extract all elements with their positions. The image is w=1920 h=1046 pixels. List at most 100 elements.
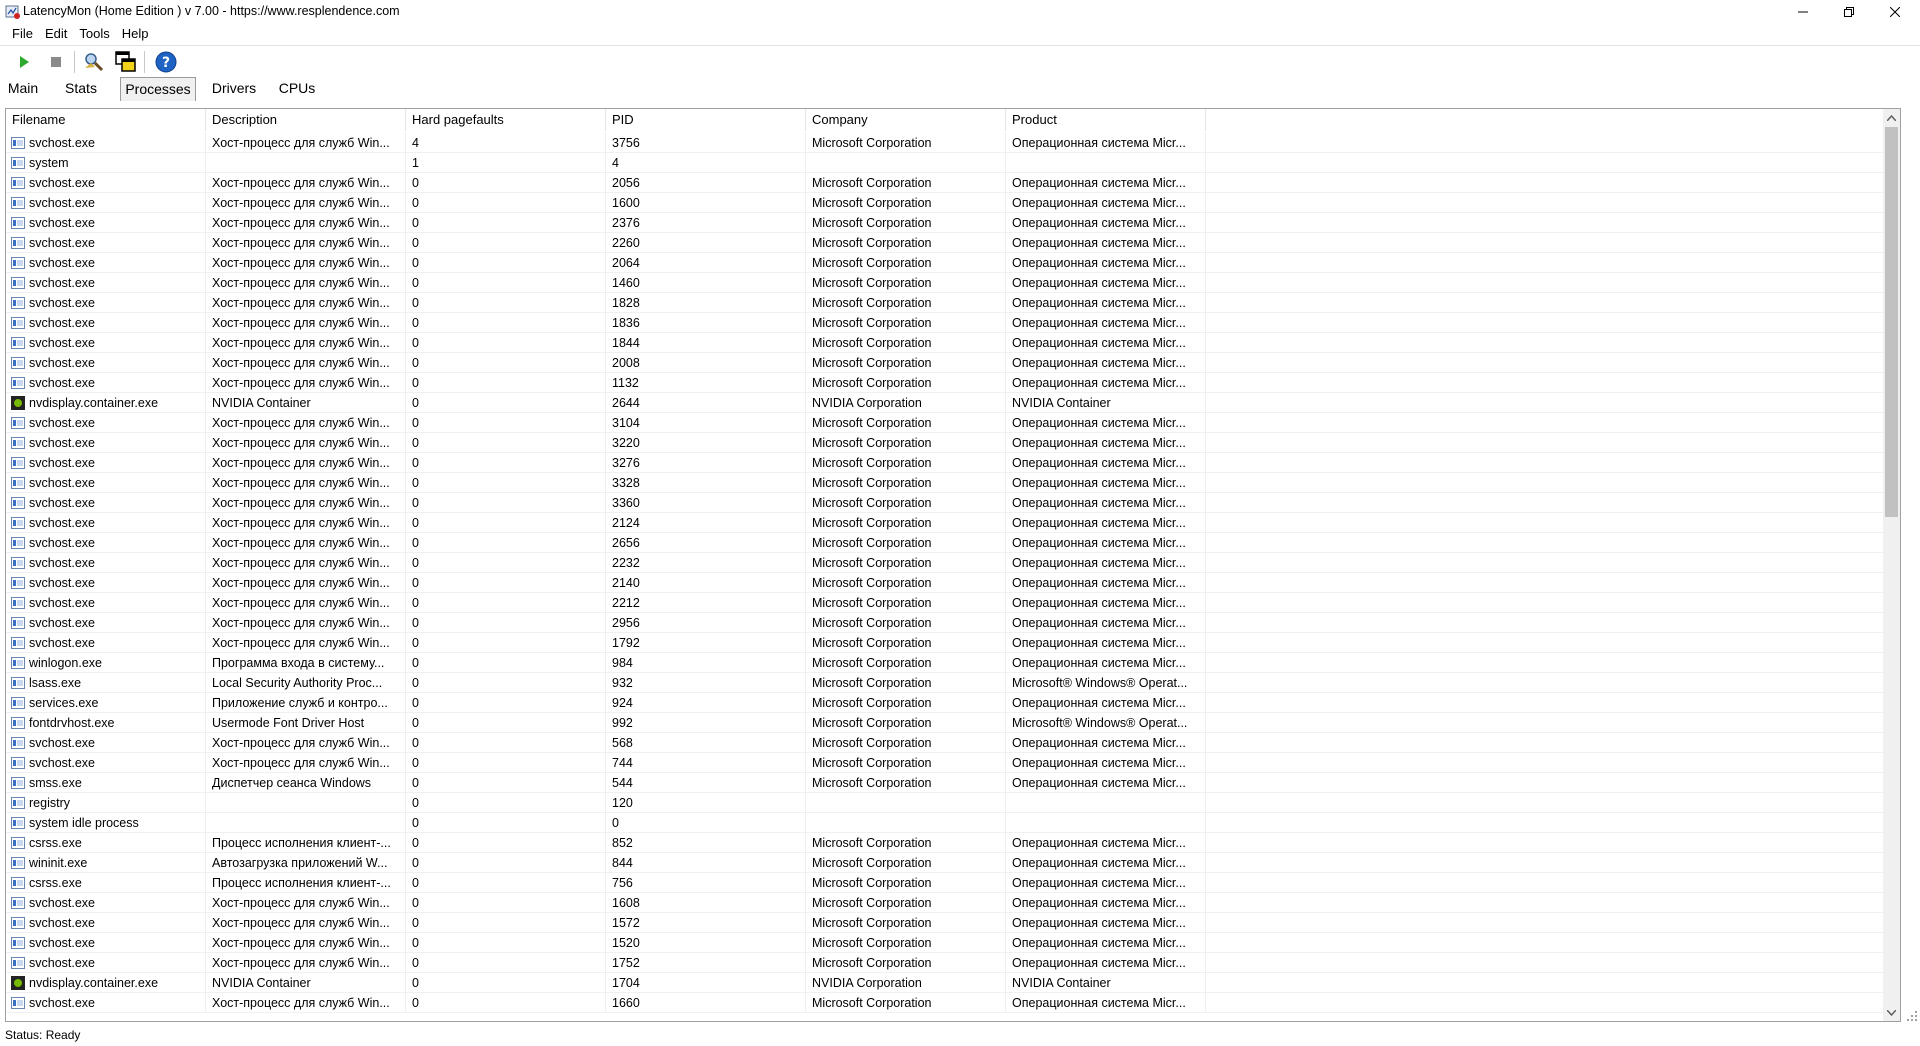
table-row[interactable]: svchost.exe Хост-процесс для служб Win...… [6,273,1896,293]
windows-view-button[interactable] [114,50,138,74]
close-button[interactable] [1872,0,1918,24]
cell-hard-pagefaults: 0 [406,713,606,733]
vertical-scrollbar[interactable] [1883,109,1900,1021]
cell-hard-pagefaults: 0 [406,473,606,493]
table-row[interactable]: svchost.exe Хост-процесс для служб Win...… [6,213,1896,233]
table-row[interactable]: svchost.exe Хост-процесс для служб Win...… [6,733,1896,753]
table-row[interactable]: svchost.exe Хост-процесс для служб Win...… [6,313,1896,333]
help-button[interactable]: ? [154,50,178,74]
table-row[interactable]: svchost.exe Хост-процесс для служб Win...… [6,433,1896,453]
column-header-company[interactable]: Company [806,109,1006,131]
table-row[interactable]: fontdrvhost.exe Usermode Font Driver Host… [6,713,1896,733]
table-row[interactable]: svchost.exe Хост-процесс для служб Win...… [6,353,1896,373]
status-text: Status: Ready [5,1028,81,1042]
resize-grip-icon[interactable] [1906,1010,1918,1022]
table-row[interactable]: svchost.exe Хост-процесс для служб Win...… [6,573,1896,593]
table-row[interactable]: csrss.exe Процесс исполнения клиент-... 0 7… [6,873,1896,893]
cell-company: Microsoft Corporation [806,473,1006,493]
column-header-description[interactable]: Description [206,109,406,131]
start-button[interactable] [12,50,36,74]
restore-button[interactable] [1826,0,1872,24]
scroll-down-button[interactable] [1883,1004,1900,1021]
tab-stats[interactable]: Stats [60,76,102,100]
table-row[interactable]: system 1 4 [6,153,1896,173]
table-row[interactable]: svchost.exe Хост-процесс для служб Win...… [6,133,1896,153]
table-row[interactable]: registry 0 120 [6,793,1896,813]
table-row[interactable]: lsass.exe Local Security Authority Proc..… [6,673,1896,693]
table-row[interactable]: svchost.exe Хост-процесс для служб Win...… [6,933,1896,953]
table-row[interactable]: svchost.exe Хост-процесс для служб Win...… [6,993,1896,1013]
table-row[interactable]: svchost.exe Хост-процесс для служб Win...… [6,293,1896,313]
table-row[interactable]: svchost.exe Хост-процесс для служб Win...… [6,413,1896,433]
table-row[interactable]: svchost.exe Хост-процесс для служб Win...… [6,473,1896,493]
cell-filename: smss.exe [6,773,206,793]
tab-processes[interactable]: Processes [120,77,196,101]
table-row[interactable]: smss.exe Диспетчер сеанса Windows 0 544 Micr… [6,773,1896,793]
table-row[interactable]: nvdisplay.container.exe NVIDIA Container 0… [6,973,1896,993]
cell-hard-pagefaults: 0 [406,793,606,813]
menu-help[interactable]: Help [116,24,155,44]
minimize-button[interactable] [1780,0,1826,24]
table-row[interactable]: svchost.exe Хост-процесс для служб Win...… [6,253,1896,273]
table-row[interactable]: svchost.exe Хост-процесс для служб Win...… [6,593,1896,613]
table-row[interactable]: system idle process 0 0 [6,813,1896,833]
cell-hard-pagefaults: 0 [406,493,606,513]
column-header-filename[interactable]: Filename [6,109,206,131]
cell-hard-pagefaults: 0 [406,833,606,853]
cell-company: Microsoft Corporation [806,353,1006,373]
cell-company: Microsoft Corporation [806,233,1006,253]
cell-product: Операционная система Micr... [1006,453,1206,473]
table-row[interactable]: svchost.exe Хост-процесс для служб Win...… [6,633,1896,653]
table-row[interactable]: svchost.exe Хост-процесс для служб Win...… [6,613,1896,633]
windows-icon [115,51,136,72]
cell-description: Процесс исполнения клиент-... [206,833,406,853]
menu-edit[interactable]: Edit [39,24,73,44]
cell-description: Local Security Authority Proc... [206,673,406,693]
tab-main[interactable]: Main [2,76,44,100]
table-row[interactable]: svchost.exe Хост-процесс для служб Win...… [6,513,1896,533]
cell-description: Хост-процесс для служб Win... [206,253,406,273]
table-row[interactable]: nvdisplay.container.exe NVIDIA Container 0… [6,393,1896,413]
cell-company [806,793,1006,813]
table-row[interactable]: wininit.exe Автозагрузка приложений W... 0… [6,853,1896,873]
column-header-pid[interactable]: PID [606,109,806,131]
table-row[interactable]: svchost.exe Хост-процесс для служб Win...… [6,373,1896,393]
cell-product: Операционная система Micr... [1006,913,1206,933]
table-row[interactable]: svchost.exe Хост-процесс для служб Win...… [6,893,1896,913]
menu-file[interactable]: File [6,24,39,44]
cell-filename: nvdisplay.container.exe [6,393,206,413]
cell-hard-pagefaults: 0 [406,813,606,833]
cell-product: Операционная система Micr... [1006,733,1206,753]
table-row[interactable]: svchost.exe Хост-процесс для служб Win...… [6,553,1896,573]
scroll-up-button[interactable] [1883,109,1900,126]
column-header-product[interactable]: Product [1006,109,1206,131]
table-row[interactable]: csrss.exe Процесс исполнения клиент-... 0 8… [6,833,1896,853]
cell-hard-pagefaults: 0 [406,173,606,193]
tab-cpus[interactable]: CPUs [274,76,320,100]
cell-company: Microsoft Corporation [806,613,1006,633]
table-row[interactable]: svchost.exe Хост-процесс для служб Win...… [6,533,1896,553]
table-row[interactable]: winlogon.exe Программа входа в систему...… [6,653,1896,673]
table-row[interactable]: svchost.exe Хост-процесс для служб Win...… [6,913,1896,933]
table-row[interactable]: svchost.exe Хост-процесс для служб Win...… [6,953,1896,973]
help-icon: ? [155,51,177,73]
table-row[interactable]: svchost.exe Хост-процесс для служб Win...… [6,753,1896,773]
tab-drivers[interactable]: Drivers [206,76,262,100]
table-row[interactable]: svchost.exe Хост-процесс для служб Win...… [6,173,1896,193]
table-row[interactable]: svchost.exe Хост-процесс для служб Win...… [6,193,1896,213]
scroll-thumb[interactable] [1885,127,1898,517]
table-row[interactable]: svchost.exe Хост-процесс для служб Win...… [6,453,1896,473]
table-row[interactable]: svchost.exe Хост-процесс для служб Win...… [6,333,1896,353]
cell-company: Microsoft Corporation [806,173,1006,193]
stop-button[interactable] [44,50,68,74]
column-header-hard-pagefaults[interactable]: Hard pagefaults [406,109,606,131]
table-row[interactable]: services.exe Приложение служб и контро...… [6,693,1896,713]
cell-filename: svchost.exe [6,373,206,393]
process-info-button[interactable] [82,50,106,74]
table-row[interactable]: svchost.exe Хост-процесс для служб Win...… [6,233,1896,253]
cell-pid: 2956 [606,613,806,633]
table-row[interactable]: svchost.exe Хост-процесс для служб Win...… [6,493,1896,513]
menu-tools[interactable]: Tools [73,24,115,44]
cell-filename: svchost.exe [6,893,206,913]
cell-hard-pagefaults: 0 [406,213,606,233]
